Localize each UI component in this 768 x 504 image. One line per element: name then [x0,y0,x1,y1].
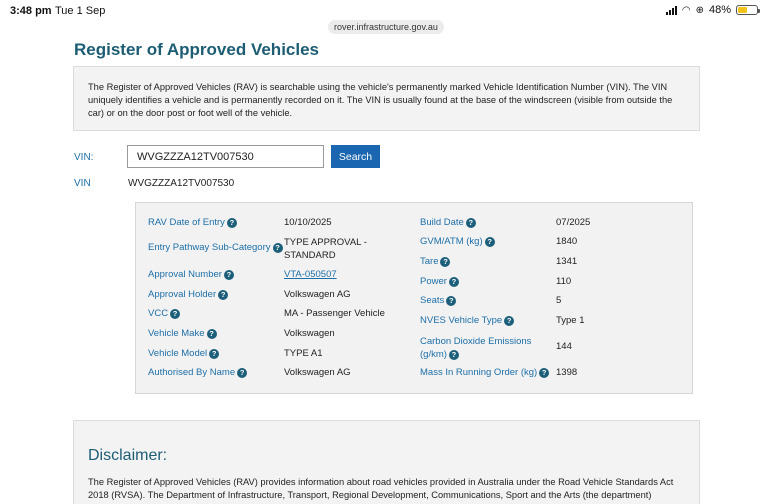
vin-result-value: WVGZZZA12TV007530 [128,178,235,189]
power-value: 110 [556,276,572,287]
intro-text: The Register of Approved Vehicles (RAV) … [88,82,673,118]
intro-panel: The Register of Approved Vehicles (RAV) … [73,66,700,131]
approval-number-link[interactable]: VTA-050507 [284,269,337,280]
co2-emissions-label: Carbon Dioxide Emissions (g/km)? [420,336,532,360]
wifi-icon: ◠ [681,4,691,16]
help-icon[interactable]: ? [465,218,476,228]
battery-icon [736,5,760,15]
mass-running-order-label: Mass In Running Order (kg)? [420,367,550,378]
seats-label: Seats? [420,295,457,306]
help-icon[interactable]: ? [448,277,459,287]
co2-emissions-value: 144 [556,341,572,352]
cellular-signal-icon [665,5,677,15]
help-icon[interactable]: ? [504,316,515,326]
help-icon[interactable]: ? [170,309,181,319]
status-date: Tue 1 Sep [55,5,106,17]
help-icon[interactable]: ? [484,237,495,247]
power-label: Power? [420,276,459,287]
help-icon[interactable]: ? [206,329,217,339]
disclaimer-text: The Register of Approved Vehicles (RAV) … [88,477,674,504]
authorised-by-value: Volkswagen AG [284,367,351,378]
approval-holder-value: Volkswagen AG [284,289,351,300]
help-icon[interactable]: ? [448,350,459,360]
help-icon[interactable]: ? [539,368,550,378]
vcc-value: MA - Passenger Vehicle [284,308,385,319]
vin-input[interactable] [127,145,324,168]
vehicle-make-value: Volkswagen [284,328,335,339]
approval-number-label: Approval Number? [148,269,234,280]
help-icon[interactable]: ? [209,349,220,359]
approval-number-value: VTA-050507 [284,269,337,280]
help-icon[interactable]: ? [218,290,229,300]
help-icon[interactable]: ? [272,243,283,253]
gvm-atm-label: GVM/ATM (kg)? [420,236,495,247]
nves-type-label: NVES Vehicle Type? [420,315,515,326]
disclaimer-panel: Disclaimer: The Register of Approved Veh… [73,420,700,504]
build-date-label: Build Date? [420,217,476,228]
help-icon[interactable]: ? [223,270,234,280]
status-indicators: ◠ ⊕ 48% [665,4,760,16]
nves-type-value: Type 1 [556,315,585,326]
entry-pathway-value: TYPE APPROVAL - STANDARD [284,237,367,261]
build-date-value: 07/2025 [556,217,591,228]
vehicle-make-label: Vehicle Make? [148,328,217,339]
help-icon[interactable]: ? [440,257,451,267]
help-icon[interactable]: ? [237,368,248,378]
vehicle-model-value: TYPE A1 [284,348,323,359]
help-icon[interactable]: ? [226,218,237,228]
vehicle-details-panel: RAV Date of Entry? 10/10/2025 Entry Path… [135,202,693,394]
entry-pathway-label: Entry Pathway Sub-Category? [148,242,283,253]
address-bar[interactable]: rover.infrastructure.gov.au [328,20,444,34]
rav-date-value: 10/10/2025 [284,217,332,228]
status-bar: 3:48 pm Tue 1 Sep ◠ ⊕ 48% [0,0,768,22]
disclaimer-title: Disclaimer: [88,447,168,464]
vehicle-model-label: Vehicle Model? [148,348,220,359]
mass-running-order-value: 1398 [556,367,578,378]
tare-value: 1341 [556,256,578,267]
tare-label: Tare? [420,256,451,267]
authorised-by-label: Authorised By Name? [148,367,248,378]
vcc-label: VCC? [148,308,181,319]
search-button[interactable]: Search [331,145,380,168]
approval-holder-label: Approval Holder? [148,289,229,300]
page-title: Register of Approved Vehicles [74,40,319,59]
orientation-lock-icon: ⊕ [695,4,704,16]
status-time: 3:48 pm [10,5,52,17]
rav-date-label: RAV Date of Entry? [148,217,237,228]
vin-label: VIN: [74,152,94,163]
help-icon[interactable]: ? [446,296,457,306]
seats-value: 5 [556,295,562,306]
vin-result-label: VIN [74,178,91,189]
battery-percent: 48% [708,4,731,16]
gvm-atm-value: 1840 [556,236,578,247]
